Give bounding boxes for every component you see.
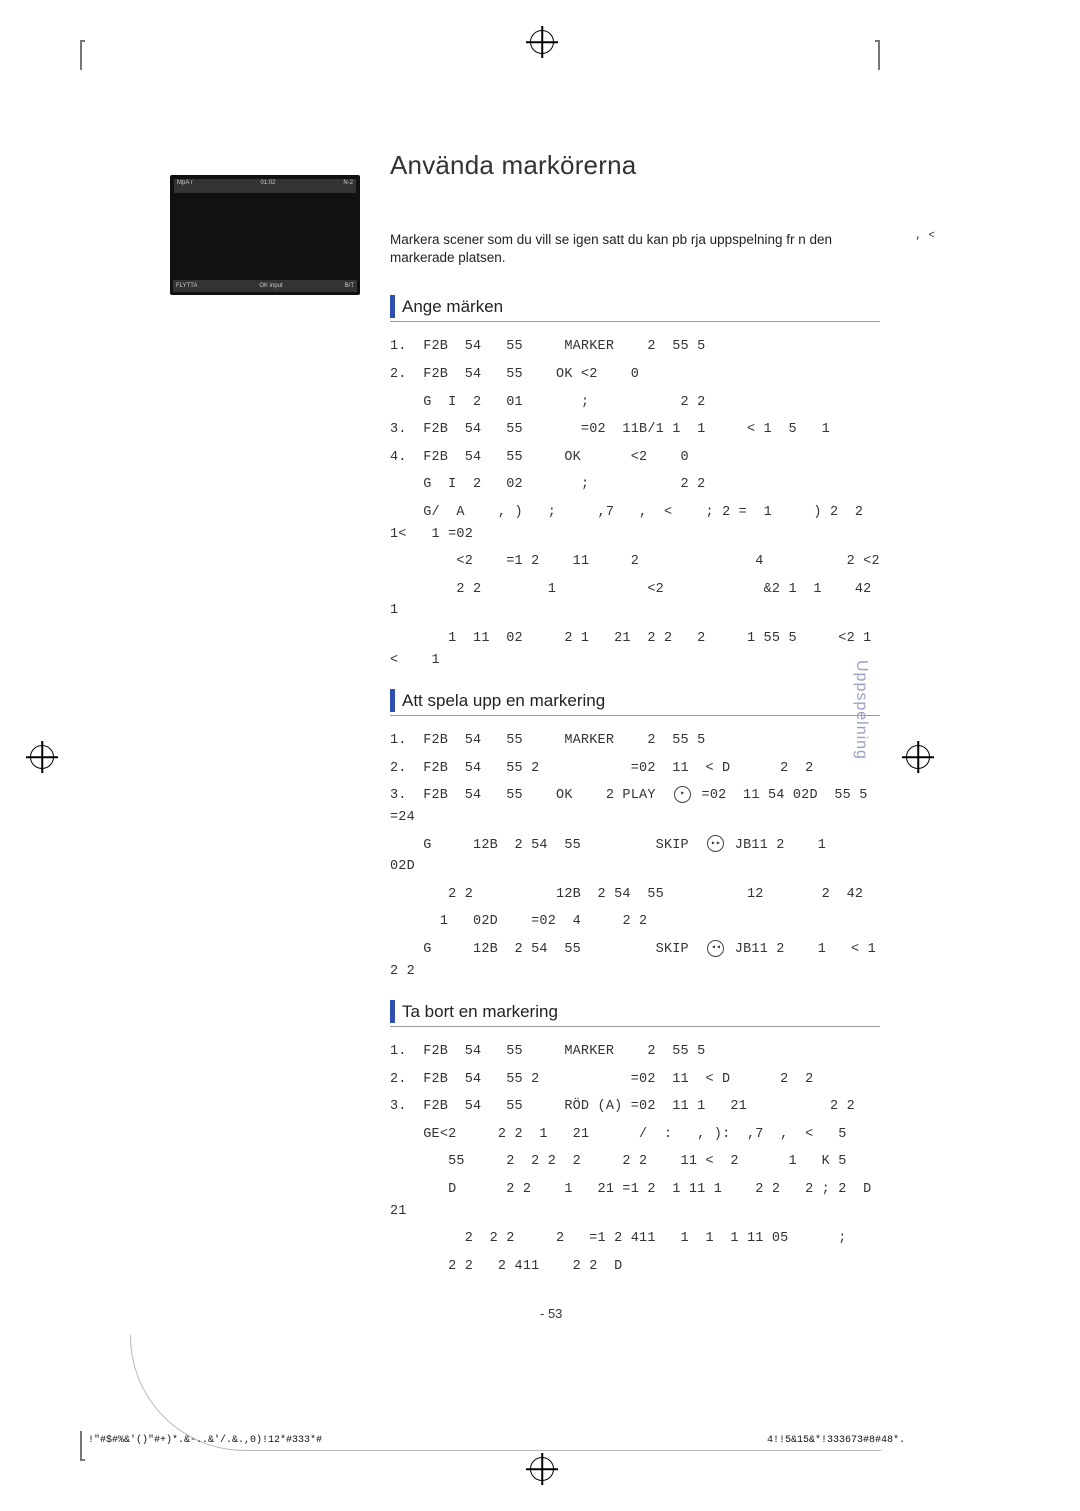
step-line: <2 =1 2 11 2 4 2 <2 — [390, 551, 880, 573]
step-line: 2. F2B 54 55 OK <2 0 — [390, 364, 880, 386]
step-line: 2. F2B 54 55 2 =02 11 < D 2 2 — [390, 1069, 880, 1091]
crop-mark-tl — [80, 40, 85, 70]
step-line: 3. F2B 54 55 RÖD (A) =02 11 1 21 2 2 — [390, 1096, 880, 1118]
step-line: 1 11 02 2 1 21 2 2 2 1 55 5 <2 1 < 1 — [390, 628, 880, 671]
page-curve — [130, 1335, 881, 1451]
step-line: 1. F2B 54 55 MARKER 2 55 5 — [390, 1041, 880, 1063]
section-heading: Ange märken — [390, 295, 880, 322]
step-line: 3. F2B 54 55 OK 2 PLAY ▸ =02 11 54 02D 5… — [390, 785, 880, 828]
step-line: G 12B 2 54 55 SKIP ▸▸ JB11 2 1 02D — [390, 835, 880, 878]
step-line: 55 2 2 2 2 2 2 11 < 2 1 K 5 — [390, 1151, 880, 1173]
thumb-top-right: N-2 — [343, 180, 353, 192]
step-line: 2 2 2 411 2 2 D — [390, 1256, 880, 1278]
section-heading: Ta bort en markering — [390, 1000, 880, 1027]
thumb-top-mid: 01:02 — [260, 180, 275, 192]
step-line: G/ A , ) ; ,7 , < ; 2 = 1 ) 2 2 1< 1 =02 — [390, 502, 880, 545]
thumb-top-left: MpA r — [177, 180, 193, 192]
section-heading: Att spela upp en markering — [390, 689, 880, 716]
thumb-bot-mid: OK input — [259, 283, 282, 289]
step-line: GE<2 2 2 1 21 / : , ): ,7 , < 5 — [390, 1124, 880, 1146]
step-line: 4. F2B 54 55 OK <2 0 — [390, 447, 880, 469]
intro-text: Markera scener som du vill se igen satt … — [390, 231, 880, 267]
crop-mark-tr — [875, 40, 880, 70]
thumb-bot-left: FLYTTA — [176, 283, 197, 289]
step-line: 1. F2B 54 55 MARKER 2 55 5 — [390, 730, 880, 752]
registration-mark-bottom — [530, 1457, 554, 1481]
play-icon: ▸ — [674, 786, 691, 803]
step-line: 1. F2B 54 55 MARKER 2 55 5 — [390, 336, 880, 358]
corner-glyph: , < — [915, 230, 935, 242]
main-column: Använda markörerna Markera scener som du… — [390, 150, 880, 1283]
registration-mark-left — [30, 745, 54, 769]
sections-container: Ange märken 1. F2B 54 55 MARKER 2 55 5 2. … — [390, 295, 880, 1277]
step-line: 2 2 12B 2 54 55 12 2 42 — [390, 884, 880, 906]
side-tab-label: Uppspelning — [852, 660, 870, 760]
step-line: 2 2 2 2 =1 2 411 1 1 1 11 05 ; — [390, 1228, 880, 1250]
footer-right: 4!!5&15&*!333673#8#48*. — [767, 1435, 905, 1446]
step-line: 2. F2B 54 55 2 =02 11 < D 2 2 — [390, 758, 880, 780]
step-line: G I 2 02 ; 2 2 — [390, 474, 880, 496]
registration-mark-right — [906, 745, 930, 769]
step-line: G I 2 01 ; 2 2 — [390, 392, 880, 414]
page-number: - 53 — [540, 1306, 562, 1321]
skip-back-icon: ◂◂ — [707, 940, 724, 957]
footer-left: !"#$#%&'()"#+)*.&-..&'/.&.,0)!12*#333*# — [88, 1435, 322, 1446]
thumb-bot-right: B/T — [345, 283, 354, 289]
step-line: G 12B 2 54 55 SKIP ◂◂ JB11 2 1 < 1 2 2 — [390, 939, 880, 982]
page-title: Använda markörerna — [390, 150, 880, 181]
ui-screenshot-thumb: MpA r 01:02 N-2 FLYTTA OK input B/T — [170, 175, 360, 295]
skip-fwd-icon: ▸▸ — [707, 835, 724, 852]
step-line: 2 2 1 <2 &2 1 1 42 1 — [390, 579, 880, 622]
step-line: 1 02D =02 4 2 2 — [390, 911, 880, 933]
crop-mark-bl — [80, 1431, 85, 1461]
step-line: 3. F2B 54 55 =02 11B/1 1 1 < 1 5 1 — [390, 419, 880, 441]
step-line: D 2 2 1 21 =1 2 1 11 1 2 2 2 ; 2 D 21 — [390, 1179, 880, 1222]
registration-mark-top — [530, 30, 554, 54]
